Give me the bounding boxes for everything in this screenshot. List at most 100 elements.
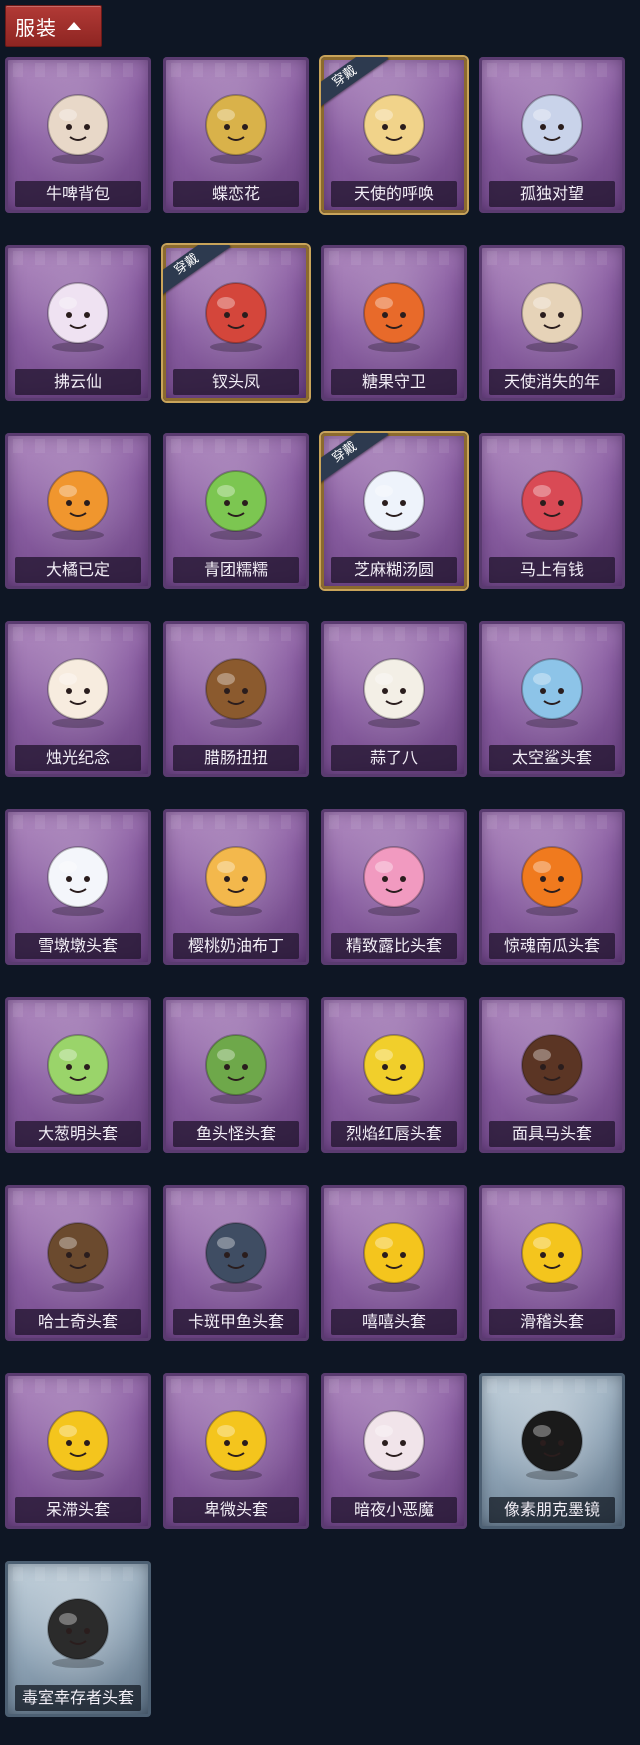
item-card[interactable]: 哈士奇头套 (5, 1185, 151, 1341)
item-label: 孤独对望 (489, 181, 615, 207)
item-card[interactable]: 樱桃奶油布丁 (163, 809, 309, 965)
item-card[interactable]: 天使消失的年 (479, 245, 625, 401)
item-label: 烈焰红唇头套 (331, 1121, 457, 1147)
item-label: 天使消失的年 (489, 369, 615, 395)
item-card[interactable]: 糖果守卫 (321, 245, 467, 401)
snowman-head-icon (32, 827, 124, 919)
item-card[interactable]: 牛啤背包 (5, 57, 151, 213)
green-rice-ball-icon (190, 451, 282, 543)
item-card[interactable]: 雪墩墩头套 (5, 809, 151, 965)
yellow-mouse-head-icon (348, 1015, 440, 1107)
item-label: 滑稽头套 (489, 1309, 615, 1335)
item-label: 卡斑甲鱼头套 (173, 1309, 299, 1335)
horse-mask-icon (506, 1015, 598, 1107)
cloud-fairy-charm-icon (32, 263, 124, 355)
item-label: 大葱明头套 (15, 1121, 141, 1147)
item-label: 糖果守卫 (331, 369, 457, 395)
item-label: 牛啤背包 (15, 181, 141, 207)
item-card[interactable]: 卡斑甲鱼头套 (163, 1185, 309, 1341)
item-card[interactable]: 呆滞头套 (5, 1373, 151, 1529)
cherry-pudding-icon (190, 827, 282, 919)
little-devil-icon (348, 1391, 440, 1483)
item-card[interactable]: 烛光纪念 (5, 621, 151, 777)
item-label: 太空鲨头套 (489, 745, 615, 771)
item-label: 青团糯糯 (173, 557, 299, 583)
outfit-toggle-button[interactable]: 服装 (5, 5, 102, 47)
candle-icon (32, 639, 124, 731)
item-label: 暗夜小恶魔 (331, 1497, 457, 1523)
stingray-head-icon (190, 1203, 282, 1295)
orange-slice-icon (32, 451, 124, 543)
husky-head-icon (32, 1203, 124, 1295)
item-card[interactable]: 蒜了八 (321, 621, 467, 777)
pixel-sunglasses-icon (506, 1391, 598, 1483)
phoenix-hairpin-charm-icon (190, 263, 282, 355)
item-label: 精致露比头套 (331, 933, 457, 959)
sesame-dumpling-icon (348, 451, 440, 543)
item-label: 像素朋克墨镜 (489, 1497, 615, 1523)
item-label: 毒室幸存者头套 (15, 1685, 141, 1711)
item-label: 大橘已定 (15, 557, 141, 583)
item-card[interactable]: 大橘已定 (5, 433, 151, 589)
caret-up-icon (67, 22, 81, 30)
item-card[interactable]: 马上有钱 (479, 433, 625, 589)
shark-head-icon (506, 639, 598, 731)
item-card[interactable]: 精致露比头套 (321, 809, 467, 965)
item-card[interactable]: 大葱明头套 (5, 997, 151, 1153)
gas-mask-helmet-icon (32, 1579, 124, 1671)
item-card[interactable]: 像素朋克墨镜 (479, 1373, 625, 1529)
item-label: 腊肠扭扭 (173, 745, 299, 771)
item-card[interactable]: 暗夜小恶魔 (321, 1373, 467, 1529)
item-label: 钗头凤 (173, 369, 299, 395)
item-card[interactable]: 穿戴 芝麻糊汤圆 (321, 433, 467, 589)
item-card[interactable]: 蝶恋花 (163, 57, 309, 213)
scallion-head-icon (32, 1015, 124, 1107)
item-label: 樱桃奶油布丁 (173, 933, 299, 959)
jack-o-lantern-icon (506, 827, 598, 919)
angel-girl-charm-icon (506, 263, 598, 355)
item-card[interactable]: 孤独对望 (479, 57, 625, 213)
cow-beer-backpack-icon (32, 75, 124, 167)
fish-head-mask-icon (190, 1015, 282, 1107)
humble-emoji-icon (190, 1391, 282, 1483)
dazed-emoji-icon (32, 1391, 124, 1483)
item-label: 惊魂南瓜头套 (489, 933, 615, 959)
item-label: 嘻嘻头套 (331, 1309, 457, 1335)
item-label: 哈士奇头套 (15, 1309, 141, 1335)
item-card[interactable]: 烈焰红唇头套 (321, 997, 467, 1153)
item-label: 卑微头套 (173, 1497, 299, 1523)
item-card[interactable]: 面具马头套 (479, 997, 625, 1153)
item-card[interactable]: 卑微头套 (163, 1373, 309, 1529)
item-grid: 牛啤背包 蝶恋花 穿戴 天使的呼唤 孤独对望拂云仙 穿戴 钗头凤 糖果守卫 天使消失的年大橘已定… (5, 57, 635, 1717)
garlic-icon (348, 639, 440, 731)
item-label: 马上有钱 (489, 557, 615, 583)
item-card[interactable]: 拂云仙 (5, 245, 151, 401)
item-card[interactable]: 惊魂南瓜头套 (479, 809, 625, 965)
outfit-toggle-label: 服装 (15, 15, 57, 40)
dachshund-icon (190, 639, 282, 731)
item-card[interactable]: 太空鲨头套 (479, 621, 625, 777)
item-label: 鱼头怪头套 (173, 1121, 299, 1147)
angel-charm-icon (348, 75, 440, 167)
item-card[interactable]: 青团糯糯 (163, 433, 309, 589)
item-label: 芝麻糊汤圆 (331, 557, 457, 583)
item-card[interactable]: 穿戴 钗头凤 (163, 245, 309, 401)
item-card[interactable]: 穿戴 天使的呼唤 (321, 57, 467, 213)
pink-beaver-head-icon (348, 827, 440, 919)
item-label: 天使的呼唤 (331, 181, 457, 207)
item-label: 烛光纪念 (15, 745, 141, 771)
pumpkin-candy-guard-icon (348, 263, 440, 355)
item-card[interactable]: 滑稽头套 (479, 1185, 625, 1341)
item-card[interactable]: 毒室幸存者头套 (5, 1561, 151, 1717)
item-card[interactable]: 鱼头怪头套 (163, 997, 309, 1153)
item-label: 面具马头套 (489, 1121, 615, 1147)
item-label: 蒜了八 (331, 745, 457, 771)
item-card[interactable]: 腊肠扭扭 (163, 621, 309, 777)
item-card[interactable]: 嘻嘻头套 (321, 1185, 467, 1341)
item-label: 拂云仙 (15, 369, 141, 395)
item-label: 呆滞头套 (15, 1497, 141, 1523)
item-label: 雪墩墩头套 (15, 933, 141, 959)
lonely-gaze-charm-icon (506, 75, 598, 167)
red-horse-icon (506, 451, 598, 543)
smirk-emoji-icon (506, 1203, 598, 1295)
